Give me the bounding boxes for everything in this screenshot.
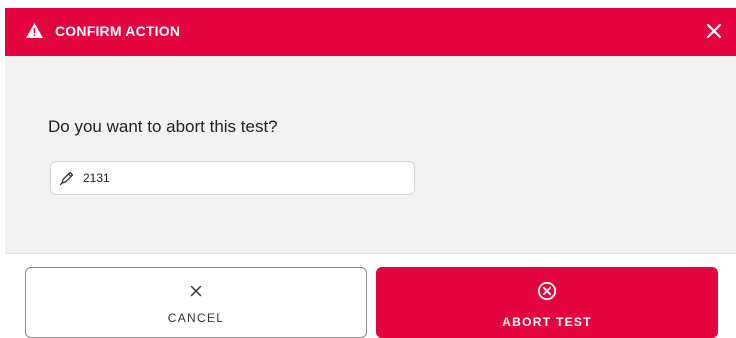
footer-divider bbox=[5, 253, 736, 254]
dialog-body bbox=[5, 56, 736, 253]
dialog-title: CONFIRM ACTION bbox=[55, 23, 181, 39]
close-icon bbox=[706, 23, 722, 39]
abort-test-button[interactable]: ABORT TEST bbox=[376, 267, 718, 338]
cancel-button[interactable]: CANCEL bbox=[25, 267, 367, 338]
test-id-field: 2131 bbox=[50, 161, 415, 195]
abort-test-button-label: ABORT TEST bbox=[502, 315, 592, 329]
close-button[interactable] bbox=[702, 19, 726, 43]
dialog-titlebar: CONFIRM ACTION bbox=[5, 8, 736, 56]
pen-icon bbox=[59, 170, 75, 186]
circle-x-icon bbox=[536, 280, 558, 302]
confirm-question: Do you want to abort this test? bbox=[48, 117, 278, 136]
cancel-button-label: CANCEL bbox=[167, 311, 225, 325]
close-icon bbox=[185, 280, 207, 302]
test-id-value: 2131 bbox=[83, 171, 110, 185]
warning-icon bbox=[26, 22, 43, 39]
confirm-action-dialog: CONFIRM ACTION Do you want to abort this… bbox=[0, 0, 736, 338]
